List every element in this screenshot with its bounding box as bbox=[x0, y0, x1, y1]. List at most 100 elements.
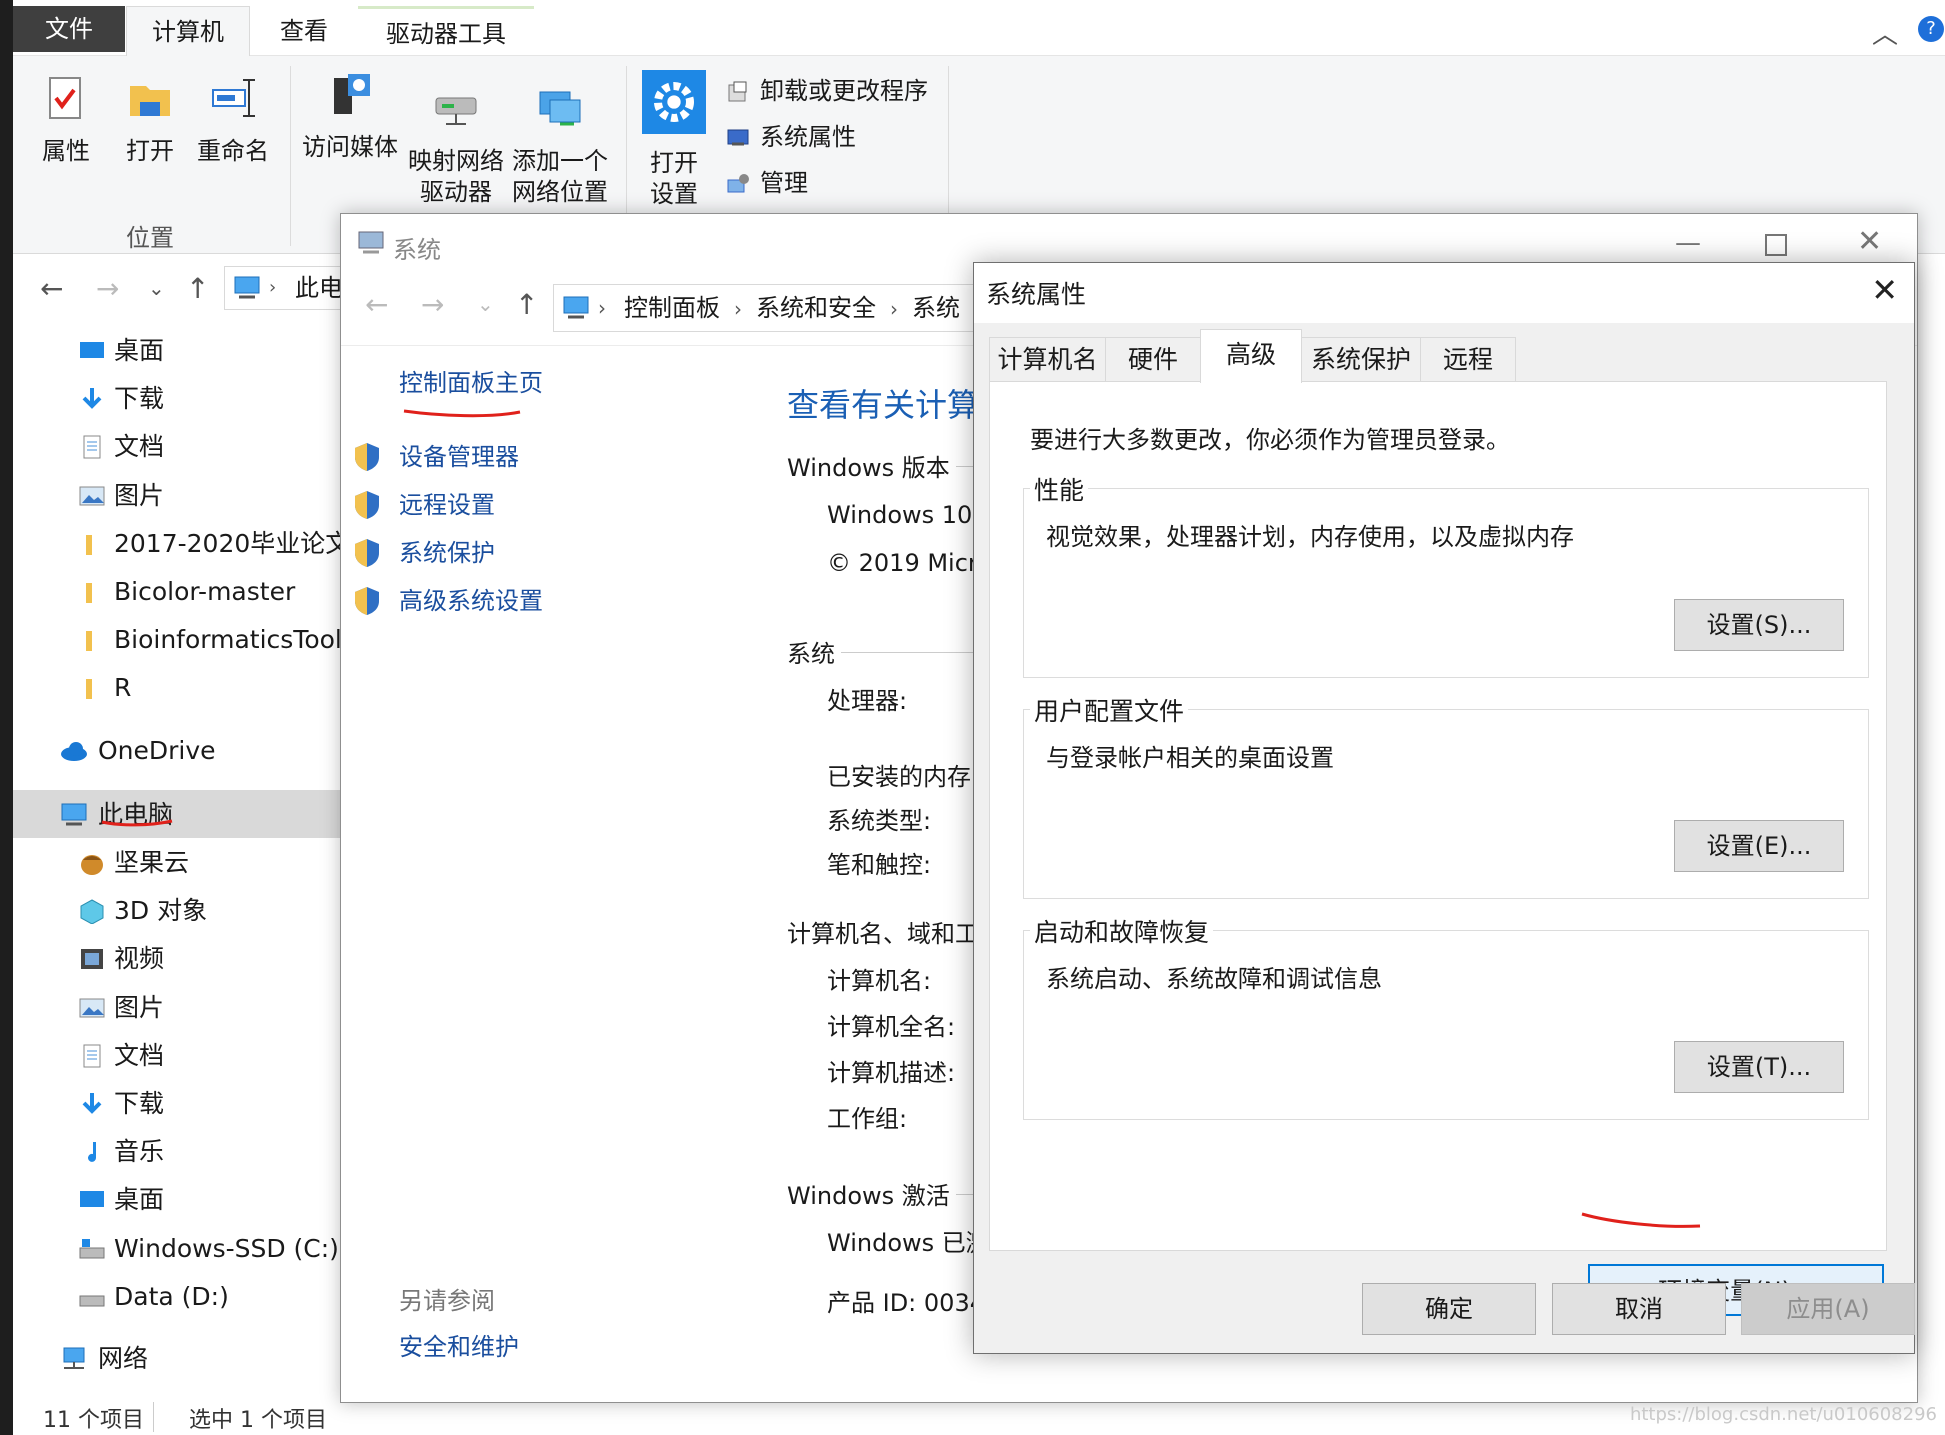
folder-icon bbox=[86, 583, 92, 603]
sidebar-link-label: 系统保护 bbox=[399, 539, 495, 567]
startup-recovery-settings-button[interactable]: 设置(T)... bbox=[1674, 1041, 1844, 1093]
quick-access-item[interactable]: BioinformaticsTools bbox=[86, 619, 355, 661]
settings-gear-icon bbox=[642, 70, 706, 134]
ribbon-collapse-icon[interactable]: ︿ bbox=[1872, 14, 1898, 51]
tab-drive-tools[interactable]: 驱动器工具 bbox=[358, 6, 534, 56]
this-pc-item[interactable]: 图片 bbox=[79, 987, 164, 1029]
tab-advanced[interactable]: 高级 bbox=[1200, 329, 1302, 383]
uninstall-label: 卸载或更改程序 bbox=[760, 77, 928, 105]
quick-access-item[interactable]: 下载 bbox=[82, 378, 164, 420]
description-label: 计算机描述: bbox=[827, 1059, 956, 1087]
this-pc-icon bbox=[234, 276, 260, 299]
product-id: 产品 ID: 0034 bbox=[827, 1289, 985, 1317]
properties-button[interactable]: 属性 bbox=[36, 74, 96, 167]
quick-access-item[interactable]: 2017-2020毕业论文 bbox=[86, 523, 350, 565]
nav-item-network[interactable]: 网络 bbox=[63, 1338, 148, 1380]
apply-button[interactable]: 应用(A) bbox=[1741, 1283, 1915, 1335]
this-pc-item[interactable]: Windows-SSD (C:) bbox=[79, 1228, 339, 1270]
this-pc-item-label: 坚果云 bbox=[114, 848, 190, 877]
this-pc-item[interactable]: Data (D:) bbox=[79, 1276, 229, 1318]
help-icon[interactable]: ? bbox=[1918, 16, 1944, 42]
close-icon[interactable]: ✕ bbox=[1871, 271, 1898, 309]
up-arrow-icon[interactable]: ↑ bbox=[186, 272, 209, 305]
dialog-titlebar: 系统属性 ✕ bbox=[974, 263, 1914, 323]
ok-button[interactable]: 确定 bbox=[1362, 1283, 1536, 1335]
tab-hardware[interactable]: 硬件 bbox=[1105, 337, 1201, 381]
video-icon bbox=[81, 949, 103, 970]
breadcrumb-control-panel[interactable]: 控制面板 bbox=[624, 285, 720, 331]
this-pc-item[interactable]: 音乐 bbox=[88, 1131, 164, 1173]
tab-computer-name[interactable]: 计算机名 bbox=[989, 337, 1106, 381]
this-pc-item[interactable]: 坚果云 bbox=[81, 842, 190, 884]
this-pc-item-label: Data (D:) bbox=[114, 1281, 229, 1311]
access-media-button[interactable]: 访问媒体 bbox=[300, 70, 400, 163]
open-button[interactable]: 打开 bbox=[118, 74, 182, 167]
folder-icon bbox=[86, 534, 92, 555]
control-panel-home-link[interactable]: 控制面板主页 bbox=[399, 366, 543, 400]
watermark-text: https://blog.csdn.net/u010608296 bbox=[1629, 1404, 1937, 1425]
sidebar-link-label: 设备管理器 bbox=[399, 443, 519, 471]
sidebar-link[interactable]: 远程设置 bbox=[355, 488, 495, 522]
tab-remote[interactable]: 远程 bbox=[1420, 337, 1516, 381]
back-arrow-icon[interactable]: ← bbox=[40, 272, 63, 305]
breadcrumb-system[interactable]: 系统 bbox=[912, 285, 960, 331]
system-type-label: 系统类型: bbox=[827, 807, 932, 835]
rename-button[interactable]: 重命名 bbox=[196, 74, 270, 167]
security-maintenance-link[interactable]: 安全和维护 bbox=[399, 1330, 519, 1364]
this-pc-item[interactable]: 文档 bbox=[83, 1035, 164, 1077]
sidebar-link[interactable]: 高级系统设置 bbox=[355, 584, 543, 618]
cancel-button[interactable]: 取消 bbox=[1552, 1283, 1726, 1335]
maximize-icon[interactable] bbox=[1765, 234, 1787, 256]
quick-access-item[interactable]: R bbox=[86, 667, 131, 709]
download-icon bbox=[82, 388, 102, 410]
quick-access-item[interactable]: Bicolor-master bbox=[86, 571, 295, 613]
performance-settings-button[interactable]: 设置(S)... bbox=[1674, 599, 1844, 651]
user-profiles-legend: 用户配置文件 bbox=[1030, 692, 1189, 728]
forward-arrow-icon[interactable]: → bbox=[96, 272, 119, 305]
this-pc-item[interactable]: 桌面 bbox=[80, 1179, 164, 1221]
close-icon[interactable]: ✕ bbox=[1857, 224, 1882, 259]
tab-computer[interactable]: 计算机 bbox=[126, 6, 250, 56]
explorer-address-text: 此电 bbox=[295, 274, 343, 302]
quick-access-item[interactable]: 桌面 bbox=[80, 330, 164, 372]
explorer-address-bar[interactable]: › 此电 bbox=[224, 266, 344, 310]
manage-button[interactable]: 管理 bbox=[726, 166, 808, 200]
back-arrow-icon[interactable]: ← bbox=[365, 288, 388, 321]
this-pc-item[interactable]: 3D 对象 bbox=[80, 890, 207, 932]
sidebar-link[interactable]: 系统保护 bbox=[355, 536, 495, 570]
tab-file[interactable]: 文件 bbox=[13, 6, 125, 52]
system-properties-ribbon-button[interactable]: 系统属性 bbox=[726, 120, 856, 154]
tab-view[interactable]: 查看 bbox=[252, 6, 356, 56]
breadcrumb-system-security[interactable]: 系统和安全 bbox=[756, 285, 876, 331]
recent-dropdown-icon[interactable]: ⌄ bbox=[148, 276, 165, 300]
this-pc-item[interactable]: 视频 bbox=[81, 938, 164, 980]
quick-access-item-label: 文档 bbox=[114, 432, 165, 462]
breadcrumb-chevron-icon: › bbox=[598, 296, 606, 320]
minimize-icon[interactable]: — bbox=[1675, 228, 1701, 258]
add-network-location-button[interactable]: 添加一个 网络位置 bbox=[508, 84, 612, 208]
uninstall-program-button[interactable]: 卸载或更改程序 bbox=[726, 74, 928, 108]
quick-access-item[interactable]: 文档 bbox=[83, 426, 165, 468]
music-icon bbox=[88, 1142, 96, 1163]
recent-dropdown-icon[interactable]: ⌄ bbox=[477, 292, 494, 316]
ribbon-divider bbox=[290, 66, 291, 246]
network-icon bbox=[63, 1347, 85, 1369]
3d-objects-icon bbox=[80, 899, 104, 925]
this-pc-item[interactable]: 下载 bbox=[82, 1083, 165, 1125]
forward-arrow-icon[interactable]: → bbox=[421, 288, 444, 321]
this-pc-item-label: 下载 bbox=[114, 1089, 165, 1118]
advanced-tab-panel: 要进行大多数更改，你必须作为管理员登录。 性能 视觉效果，处理器计划，内存使用，… bbox=[989, 381, 1887, 1316]
folder-icon bbox=[86, 631, 92, 652]
map-network-drive-button[interactable]: 映射网络 驱动器 bbox=[404, 84, 508, 208]
network-drive-icon bbox=[435, 97, 477, 125]
manage-label: 管理 bbox=[760, 169, 808, 197]
up-arrow-icon[interactable]: ↑ bbox=[515, 288, 538, 321]
nav-item-onedrive[interactable]: OneDrive bbox=[61, 730, 216, 772]
tab-system-protection[interactable]: 系统保护 bbox=[1301, 337, 1421, 381]
onedrive-label: OneDrive bbox=[98, 736, 216, 765]
quick-access-item[interactable]: 图片 bbox=[79, 475, 164, 517]
nav-item-this-pc[interactable]: 此电脑 bbox=[61, 794, 173, 836]
user-profiles-settings-button[interactable]: 设置(E)... bbox=[1674, 820, 1844, 872]
open-settings-button[interactable]: 打开 设置 bbox=[640, 70, 708, 210]
sidebar-link[interactable]: 设备管理器 bbox=[355, 440, 519, 474]
